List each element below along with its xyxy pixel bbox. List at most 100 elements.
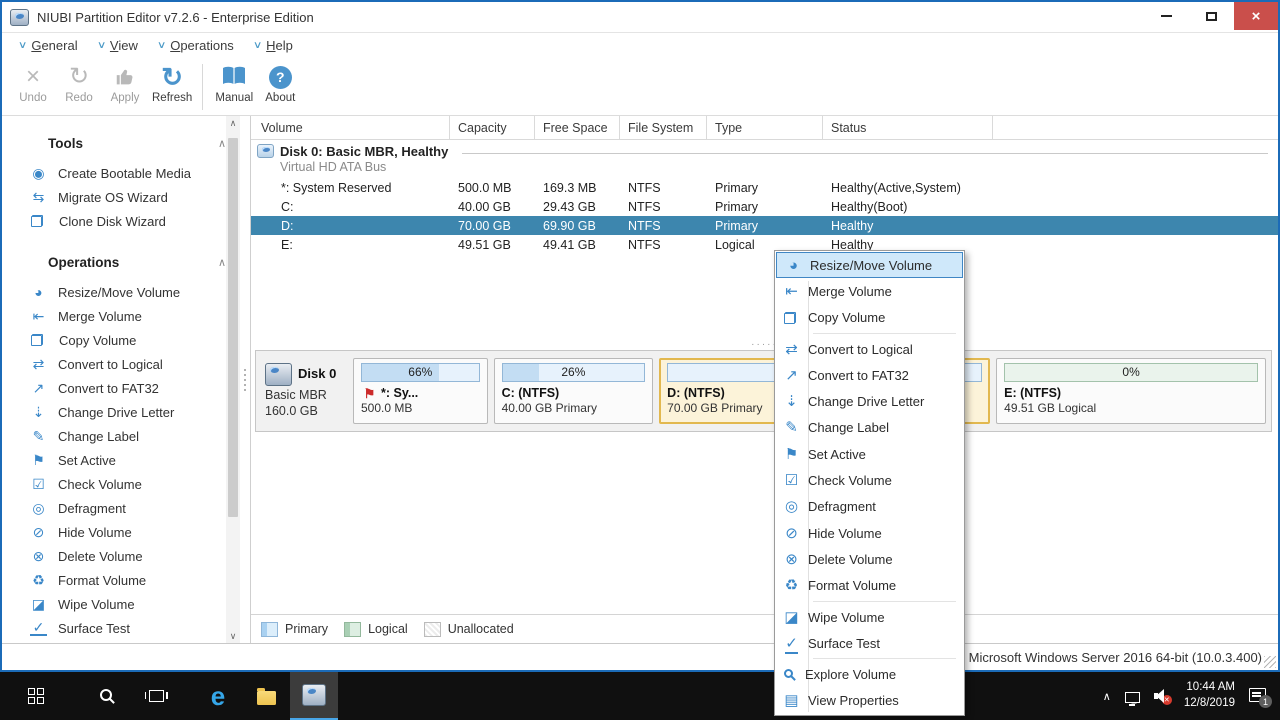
apply-button[interactable]: Apply [102, 63, 148, 104]
sidebar-item-format-volume[interactable]: ♻ Format Volume [2, 568, 240, 592]
sidebar-item-clone-disk-wizard[interactable]: Clone Disk Wizard [2, 209, 240, 233]
menu-help[interactable]: ∨ Help [250, 36, 297, 55]
column-file-system[interactable]: File System [620, 116, 707, 139]
panel-splitter[interactable]: ····· [251, 338, 1278, 350]
partition-e[interactable]: 0% E: (NTFS) 49.51 GB Logical [996, 358, 1266, 424]
disk-size: 160.0 GB [265, 403, 318, 418]
volume-muted-icon[interactable]: ✕ [1153, 689, 1172, 705]
partition-system-reserved[interactable]: 66% ⚑ *: Sy... 500.0 MB [353, 358, 488, 424]
tray-chevron-up-icon[interactable]: ∧ [1103, 690, 1111, 703]
desktop: NIUBI Partition Editor v7.2.6 - Enterpri… [0, 0, 1280, 720]
close-button[interactable]: × [1234, 2, 1278, 30]
table-row-system-reserved[interactable]: *: System Reserved 500.0 MB 169.3 MB NTF… [251, 178, 1278, 197]
task-view-button[interactable] [132, 672, 180, 720]
operations-section-header[interactable]: Operations ∧ [48, 255, 226, 270]
column-free-space[interactable]: Free Space [535, 116, 620, 139]
menu-item-wipe-volume[interactable]: ◪ Wipe Volume [775, 604, 964, 630]
tools-section-header[interactable]: Tools ∧ [48, 136, 226, 151]
minimize-button[interactable] [1144, 2, 1189, 30]
manual-button[interactable]: Manual [211, 63, 257, 104]
sidebar-item-merge-volume[interactable]: ⇤ Merge Volume [2, 304, 240, 328]
sidebar-item-wipe-volume[interactable]: ◪ Wipe Volume [2, 592, 240, 616]
network-icon[interactable] [1124, 691, 1140, 706]
table-row-e[interactable]: E: 49.51 GB 49.41 GB NTFS Logical Health… [251, 235, 1278, 254]
sidebar-scrollbar[interactable]: ∧ ∨ [226, 116, 240, 643]
sidebar-item-convert-to-fat32[interactable]: ↗ Convert to FAT32 [2, 376, 240, 400]
usage-bar: 0% [1004, 363, 1258, 382]
redo-button[interactable]: ↻ Redo [56, 63, 102, 105]
sidebar-item-check-volume[interactable]: ☑ Check Volume [2, 472, 240, 496]
search-icon [100, 689, 112, 701]
sidebar-splitter[interactable] [240, 116, 251, 643]
menu-separator [813, 332, 956, 334]
menu-item-surface-test[interactable]: ✓ Surface Test [775, 630, 964, 656]
sidebar-item-delete-volume[interactable]: ⊗ Delete Volume [2, 544, 240, 568]
sidebar-item-convert-to-logical[interactable]: ⇄ Convert to Logical [2, 352, 240, 376]
menu-operations[interactable]: ∨ Operations [154, 36, 238, 55]
title-bar[interactable]: NIUBI Partition Editor v7.2.6 - Enterpri… [2, 2, 1278, 32]
column-type[interactable]: Type [707, 116, 823, 139]
start-button[interactable] [12, 672, 60, 720]
disk-icon [257, 144, 274, 158]
menu-item-format-volume[interactable]: ♻ Format Volume [775, 573, 964, 599]
menu-item-change-drive-letter[interactable]: ⇣ Change Drive Letter [775, 388, 964, 414]
niubi-app-icon [302, 684, 326, 706]
column-status[interactable]: Status [823, 116, 993, 139]
menu-item-copy-volume[interactable]: Copy Volume [775, 305, 964, 331]
scroll-down-icon[interactable]: ∨ [226, 629, 240, 643]
sidebar-item-set-active[interactable]: ⚑ Set Active [2, 448, 240, 472]
sidebar-item-copy-volume[interactable]: Copy Volume [2, 328, 240, 352]
table-row-c[interactable]: C: 40.00 GB 29.43 GB NTFS Primary Health… [251, 197, 1278, 216]
niubi-app-button[interactable] [290, 672, 338, 720]
maximize-button[interactable] [1189, 2, 1234, 30]
disk-name: Disk 0 [298, 366, 337, 382]
sidebar-item-change-label[interactable]: ✎ Change Label [2, 424, 240, 448]
menu-item-resize-move-volume[interactable]: ◕ Resize/Move Volume [776, 252, 963, 279]
menu-separator [813, 600, 956, 602]
convert-fat32-icon: ↗ [785, 366, 798, 384]
scroll-up-icon[interactable]: ∧ [226, 116, 240, 130]
sidebar-item-migrate-os-wizard[interactable]: ⇆ Migrate OS Wizard [2, 185, 240, 209]
menu-item-explore-volume[interactable]: Explore Volume [775, 661, 964, 687]
search-button[interactable] [84, 672, 132, 720]
column-volume[interactable]: Volume [251, 116, 450, 139]
scrollbar-thumb[interactable] [228, 138, 238, 518]
disk-group-row[interactable]: Disk 0: Basic MBR, Healthy Virtual HD AT… [251, 140, 1278, 178]
internet-explorer-icon: e [210, 681, 226, 711]
sidebar-item-create-bootable-media[interactable]: ◉ Create Bootable Media [2, 161, 240, 185]
resize-grip[interactable] [1264, 656, 1276, 668]
undo-button[interactable]: × Undo [10, 63, 56, 105]
menu-view[interactable]: ∨ View [94, 36, 142, 55]
sidebar-item-hide-volume[interactable]: ⊘ Hide Volume [2, 520, 240, 544]
menu-item-delete-volume[interactable]: ⊗ Delete Volume [775, 546, 964, 572]
refresh-icon: ↻ [161, 62, 184, 92]
menu-item-convert-to-logical[interactable]: ⇄ Convert to Logical [775, 336, 964, 362]
about-button[interactable]: ? About [257, 63, 303, 104]
chevron-up-icon: ∧ [217, 257, 226, 269]
internet-explorer-button[interactable]: e [194, 672, 242, 720]
menu-general[interactable]: ∨ General [15, 36, 82, 55]
action-center-button[interactable]: 1 [1249, 688, 1272, 708]
sidebar-item-surface-test[interactable]: ✓ Surface Test [2, 616, 240, 640]
menu-view-label: View [109, 38, 138, 53]
sidebar-item-change-drive-letter[interactable]: ⇣ Change Drive Letter [2, 400, 240, 424]
sidebar-item-resize-move-volume[interactable]: ◕ Resize/Move Volume [2, 280, 240, 304]
disk-info-block[interactable]: Disk 0 Basic MBR 160.0 GB [261, 362, 347, 419]
clock[interactable]: 10:44 AM 12/8/2019 [1184, 680, 1235, 711]
menu-item-merge-volume[interactable]: ⇤ Merge Volume [775, 278, 964, 304]
menu-item-hide-volume[interactable]: ⊘ Hide Volume [775, 520, 964, 546]
os-info-text: Microsoft Windows Server 2016 64-bit (10… [968, 649, 1262, 665]
menu-item-defragment[interactable]: ◎ Defragment [775, 494, 964, 520]
menu-item-convert-to-fat32[interactable]: ↗ Convert to FAT32 [775, 362, 964, 388]
menu-item-view-properties[interactable]: ▤ View Properties [775, 688, 964, 714]
sidebar-item-defragment[interactable]: ◎ Defragment [2, 496, 240, 520]
table-row-d-selected[interactable]: D: 70.00 GB 69.90 GB NTFS Primary Health… [251, 216, 1278, 235]
menu-item-check-volume[interactable]: ☑ Check Volume [775, 467, 964, 493]
drive-letter-icon: ⇣ [32, 404, 45, 420]
menu-item-set-active[interactable]: ⚑ Set Active [775, 441, 964, 467]
column-capacity[interactable]: Capacity [450, 116, 535, 139]
partition-c[interactable]: 26% C: (NTFS) 40.00 GB Primary [493, 358, 654, 424]
refresh-button[interactable]: ↻ Refresh [148, 63, 196, 104]
file-explorer-button[interactable] [242, 672, 290, 720]
menu-item-change-label[interactable]: ✎ Change Label [775, 415, 964, 441]
